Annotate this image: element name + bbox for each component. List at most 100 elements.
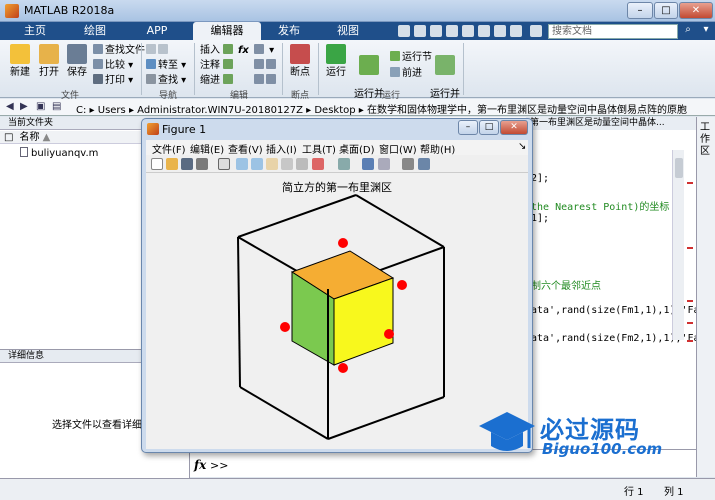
- figure-window[interactable]: Figure 1 – □ ✕ 文件(F) 编辑(E) 查看(V) 插入(I) 工…: [141, 118, 533, 453]
- save-quick-icon[interactable]: [398, 25, 410, 37]
- code-line[interactable]: ata',rand(size(Fm1,1),1),'Face: [531, 305, 712, 316]
- increase-indent-icon[interactable]: [266, 74, 276, 84]
- breadcrumb-item[interactable]: Users: [98, 105, 126, 116]
- editor-scrollbar[interactable]: [672, 150, 684, 340]
- menu-edit[interactable]: 编辑(E): [190, 141, 224, 156]
- back-forward-buttons[interactable]: [146, 44, 170, 57]
- link-plot-icon[interactable]: [338, 158, 350, 170]
- breadcrumb-item[interactable]: 在数学和固体物理学中，第一布里渊区是动量空间中晶体倒易点阵的原胞: [367, 105, 687, 116]
- warning-marker[interactable]: [687, 322, 693, 324]
- hide-plot-tools-icon[interactable]: [402, 158, 414, 170]
- decrease-indent-icon[interactable]: [254, 74, 264, 84]
- breakpoints-button[interactable]: 断点: [286, 44, 314, 78]
- run-section-button[interactable]: 运行节: [390, 51, 432, 64]
- cut-quick-icon[interactable]: [414, 25, 426, 37]
- tab-apps[interactable]: APP: [132, 22, 182, 40]
- open-button[interactable]: 打开: [35, 44, 63, 78]
- tab-plots[interactable]: 绘图: [70, 22, 120, 40]
- comment-button[interactable]: 注释: [200, 59, 235, 72]
- back-icon[interactable]: ◀: [6, 101, 14, 112]
- dropdown-quick-icon[interactable]: [530, 25, 542, 37]
- warning-marker[interactable]: [687, 340, 693, 342]
- legend-icon[interactable]: [378, 158, 390, 170]
- breadcrumb-item[interactable]: Desktop: [314, 105, 355, 116]
- paste-quick-icon[interactable]: [446, 25, 458, 37]
- code-line[interactable]: 1];: [531, 213, 549, 224]
- menu-desktop[interactable]: 桌面(D): [339, 141, 375, 156]
- dock-icon[interactable]: ↘: [518, 141, 526, 152]
- uncomment-icon[interactable]: [254, 59, 264, 69]
- code-line[interactable]: 2];: [531, 173, 549, 184]
- colorbar-icon[interactable]: [362, 158, 374, 170]
- advance-button[interactable]: 前进: [390, 67, 422, 80]
- pan-icon[interactable]: [266, 158, 278, 170]
- editor-file-tab[interactable]: 第一布里渊区是动量空间中晶体...: [526, 117, 696, 130]
- redo-quick-icon[interactable]: [478, 25, 490, 37]
- switch-windows-icon[interactable]: [494, 25, 506, 37]
- browse-folder-icon[interactable]: ▤: [52, 101, 61, 112]
- figure-maximize-button[interactable]: □: [479, 120, 499, 135]
- code-line[interactable]: ata',rand(size(Fm2,1),1),'Face: [531, 333, 712, 344]
- insert-button[interactable]: 插入: [200, 44, 235, 57]
- rotate-icon[interactable]: [281, 158, 293, 170]
- forward-icon[interactable]: ▶: [20, 101, 28, 112]
- maximize-button[interactable]: □: [654, 2, 678, 19]
- figure-canvas[interactable]: 简立方的第一布里渊区: [146, 173, 528, 449]
- filter-icon[interactable]: ▾: [699, 24, 713, 39]
- tab-editor[interactable]: 编辑器: [193, 22, 261, 40]
- workspace-panel[interactable]: [696, 117, 715, 477]
- breadcrumb-item[interactable]: Administrator.WIN7U-20180127Z: [137, 105, 303, 116]
- tab-view[interactable]: 视图: [325, 22, 371, 40]
- scrollbar-thumb[interactable]: [675, 158, 683, 178]
- compare-button[interactable]: 比较 ▾: [93, 59, 133, 72]
- print-figure-icon[interactable]: [196, 158, 208, 170]
- brush-icon[interactable]: [312, 158, 324, 170]
- figure-title-bar[interactable]: Figure 1 – □ ✕: [142, 119, 532, 139]
- run-button[interactable]: 运行: [322, 44, 350, 78]
- menu-file[interactable]: 文件(F): [152, 141, 186, 156]
- menu-tools[interactable]: 工具(T): [302, 141, 336, 156]
- new-figure-icon[interactable]: [151, 158, 163, 170]
- tab-publish[interactable]: 发布: [266, 22, 312, 40]
- code-line[interactable]: the Nearest Point)的坐标: [531, 198, 669, 213]
- find-button[interactable]: 查找 ▾: [146, 74, 186, 87]
- find-files-button[interactable]: 查找文件: [93, 44, 145, 57]
- save-button[interactable]: 保存: [63, 44, 91, 78]
- pointer-icon[interactable]: [218, 158, 230, 170]
- warning-marker[interactable]: [687, 182, 693, 184]
- copy-quick-icon[interactable]: [430, 25, 442, 37]
- plot-axes[interactable]: [146, 173, 528, 449]
- figure-close-button[interactable]: ✕: [500, 120, 528, 135]
- code-line[interactable]: 制六个最邻近点: [531, 277, 601, 292]
- save-figure-icon[interactable]: [181, 158, 193, 170]
- fx-button[interactable]: fx: [238, 44, 249, 57]
- search-input[interactable]: 搜索文档: [548, 24, 678, 39]
- open-file-icon[interactable]: [166, 158, 178, 170]
- up-folder-icon[interactable]: ▣: [36, 101, 45, 112]
- breadcrumb-item[interactable]: C:: [76, 105, 86, 116]
- indent-button[interactable]: 缩进: [200, 74, 235, 87]
- warning-marker[interactable]: [687, 247, 693, 249]
- menu-view[interactable]: 查看(V): [228, 141, 263, 156]
- tab-home[interactable]: 主页: [12, 22, 58, 40]
- zoom-out-icon[interactable]: [251, 158, 263, 170]
- list-item[interactable]: buliyuanqv.m: [20, 147, 98, 159]
- goto-button[interactable]: 转至 ▾: [146, 59, 186, 72]
- data-cursor-icon[interactable]: [296, 158, 308, 170]
- menu-insert[interactable]: 插入(I): [266, 141, 297, 156]
- search-icon[interactable]: ⌕: [681, 24, 695, 39]
- undo-quick-icon[interactable]: [462, 25, 474, 37]
- format-icon[interactable]: [254, 44, 264, 54]
- minimize-button[interactable]: –: [627, 2, 653, 19]
- warning-marker[interactable]: [687, 300, 693, 302]
- zoom-in-icon[interactable]: [236, 158, 248, 170]
- command-prompt[interactable]: >>: [210, 459, 228, 472]
- wrap-icon[interactable]: [266, 59, 276, 69]
- help-quick-icon[interactable]: [510, 25, 522, 37]
- menu-help[interactable]: 帮助(H): [420, 141, 455, 156]
- menu-window[interactable]: 窗口(W): [379, 141, 417, 156]
- show-plot-tools-icon[interactable]: [418, 158, 430, 170]
- workspace-label[interactable]: 工作区: [700, 122, 712, 158]
- function-browser-icon[interactable]: fx: [194, 458, 206, 472]
- print-button[interactable]: 打印 ▾: [93, 74, 133, 87]
